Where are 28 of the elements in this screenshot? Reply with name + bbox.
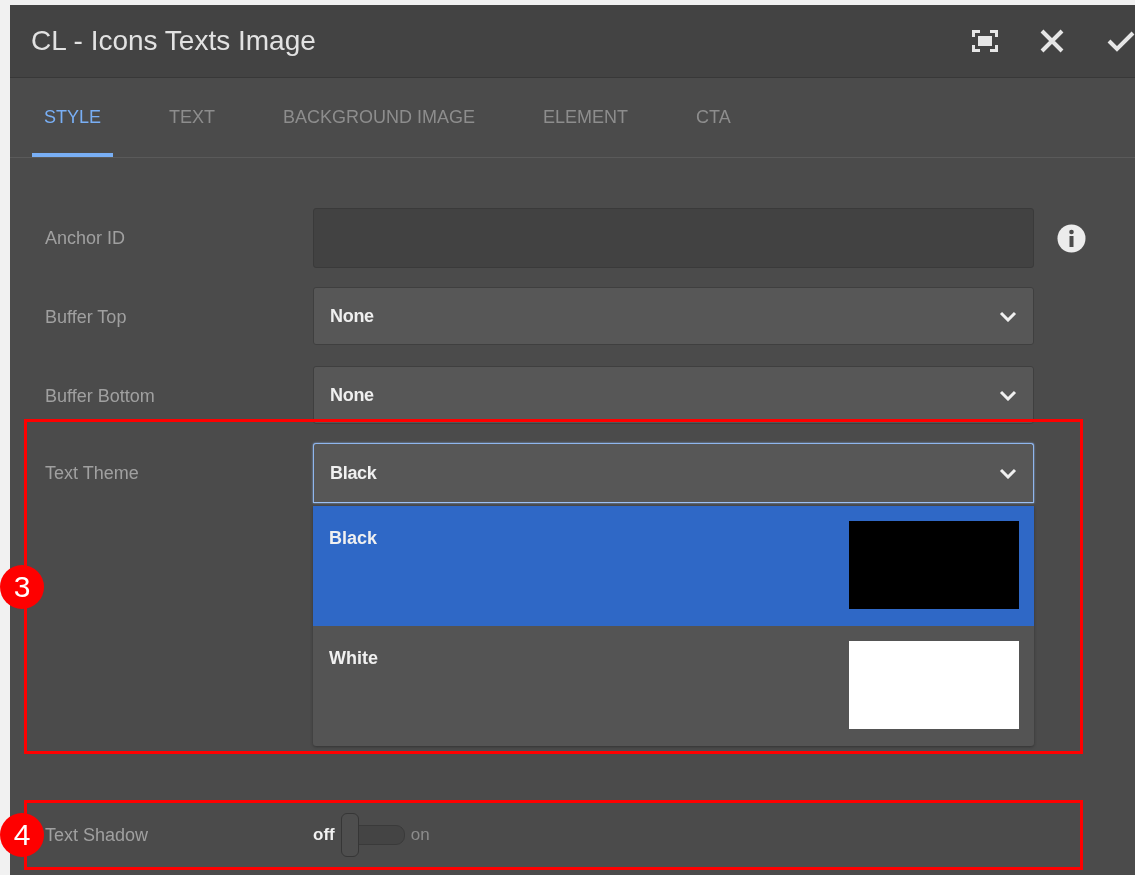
chevron-down-icon [999,389,1017,401]
dropdown[interactable]: None [313,287,1034,345]
confirm-button[interactable] [1107,30,1135,52]
close-button[interactable] [1039,28,1065,54]
tab[interactable]: BACKGROUND IMAGE [271,78,488,157]
chevron-down-icon [999,467,1017,479]
tab[interactable]: TEXT [157,78,228,157]
dialog-title: CL - Icons Texts Image [31,25,317,57]
annotation-number: 3 [0,564,44,609]
fullscreen-button[interactable] [971,29,999,53]
on-label: on [410,825,430,845]
dropdown[interactable]: Black [313,443,1034,503]
tab[interactable]: ELEMENT [531,78,641,157]
tab[interactable]: CTA [684,78,743,157]
field-label: Text Shadow [45,824,150,847]
field-label: Buffer Top [45,306,128,329]
dropdown[interactable]: None [313,366,1034,424]
annotation-number: 4 [0,813,44,857]
info-icon[interactable] [1057,224,1086,253]
field-label: Text Theme [45,462,140,485]
dropdown-option[interactable]: White [313,626,1034,746]
chevron-down-icon [999,310,1017,322]
tab[interactable]: STYLE [32,78,114,157]
field-label: Anchor ID [45,227,127,250]
field-label: Buffer Bottom [45,385,156,408]
toggle-switch[interactable] [340,813,405,857]
dropdown-option[interactable]: Black [313,506,1034,626]
off-label: off [313,825,335,845]
